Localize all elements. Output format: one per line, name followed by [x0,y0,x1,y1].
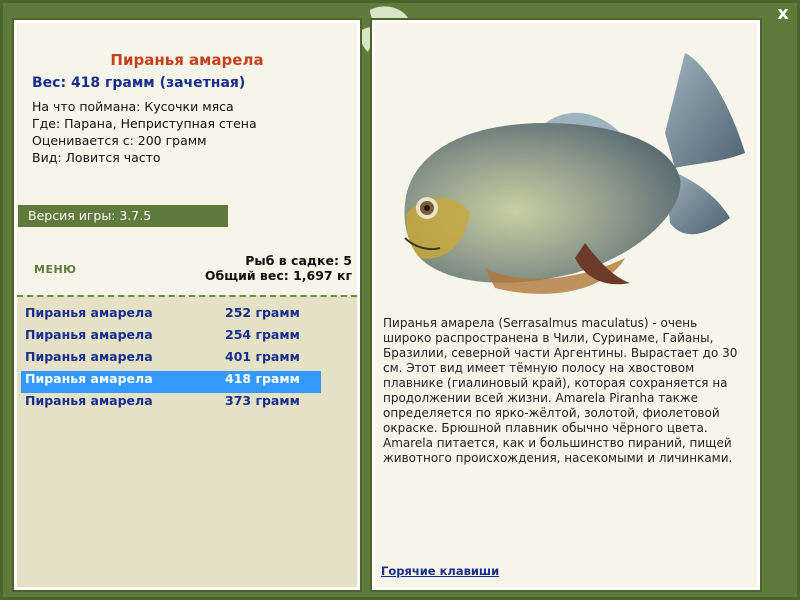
catch-weight: 373 грамм [225,393,300,408]
catch-name: Пиранья амарела [25,305,153,320]
catch-name: Пиранья амарела [25,371,153,386]
hotkeys-link[interactable]: Горячие клавиши [381,564,499,578]
catch-name: Пиранья амарела [25,327,153,342]
fish-weight: Вес: 418 грамм (зачетная) [32,75,246,91]
catch-weight: 418 грамм [225,371,300,386]
cage-totals: Рыб в садке: 5 Общий вес: 1,697 кг [205,253,352,283]
catch-list: Пиранья амарела 252 грамм Пиранья амарел… [21,305,321,415]
menu-button[interactable]: МЕНЮ [34,263,77,276]
valued-from: Оценивается с: 200 грамм [32,133,207,148]
piranha-image [404,53,745,294]
divider [17,295,357,297]
location: Где: Парана, Неприступная стена [32,116,257,131]
catch-name: Пиранья амарела [25,393,153,408]
catch-row-selected[interactable]: Пиранья амарела 418 грамм [21,371,321,393]
catch-weight: 252 грамм [225,305,300,320]
close-button[interactable]: x [774,5,792,23]
catch-row[interactable]: Пиранья амарела 373 грамм [21,393,321,415]
catch-frequency: Вид: Ловится часто [32,150,161,165]
fish-description: Пиранья амарела (Serrasalmus maculatus) … [383,316,738,465]
catch-row[interactable]: Пиранья амарела 401 грамм [21,349,321,371]
fish-details: Пиранья амарела Вес: 418 грамм (зачетная… [17,23,357,295]
fish-title: Пиранья амарела [110,51,264,69]
fish-description-panel: Пиранья амарела (Serrasalmus maculatus) … [370,18,762,592]
fish-in-cage: Рыб в садке: 5 [245,253,352,268]
fish-info-panel: Пиранья амарела Вес: 418 грамм (зачетная… [12,18,362,592]
catch-name: Пиранья амарела [25,349,153,364]
caught-with: На что поймана: Кусочки мяса [32,99,234,114]
catch-weight: 254 грамм [225,327,300,342]
game-version: Версия игры: 3.7.5 [18,205,228,227]
catch-row[interactable]: Пиранья амарела 254 грамм [21,327,321,349]
catch-weight: 401 грамм [225,349,300,364]
fish-info-list: На что поймана: Кусочки мяса Где: Парана… [32,98,257,166]
catch-row[interactable]: Пиранья амарела 252 грамм [21,305,321,327]
total-weight: Общий вес: 1,697 кг [204,268,352,283]
close-icon: x [777,3,789,24]
